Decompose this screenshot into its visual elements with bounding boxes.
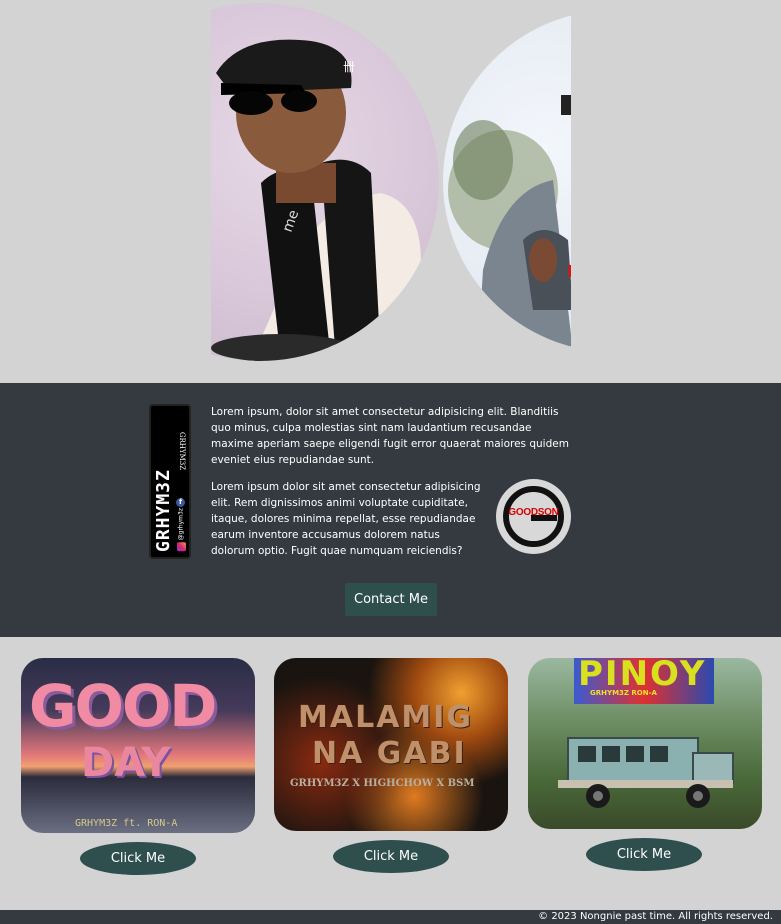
footer: © 2023 Nongnie past time. All rights res… [0,910,781,924]
artist-photo-left: 卌 me [211,39,426,361]
goodson-logo-text: GOODSON [508,507,559,518]
badge-handle: GRHYM3Z [178,432,186,471]
cover-subtitle: GRHYM3Z RON-A [590,689,657,697]
cover-subtitle: DAY [81,740,171,786]
contact-me-button[interactable]: Contact Me [345,583,437,616]
cover-title-banner: PINOY [574,658,714,704]
about-paragraph-1: Lorem ipsum, dolor sit amet consectetur … [211,406,569,466]
badge-social: @grhym3z [177,508,186,551]
cover-title: MALAMIG [298,700,474,735]
artist-badge-logo: GRHYM3Z GRHYM3Z f @grhym3z [149,404,191,559]
goodson-logo: GOODSON [496,479,571,554]
cover-credit: GRHYM3Z ft. RON-A [75,818,178,829]
svg-text:卌: 卌 [343,60,355,74]
about-paragraph-2: Lorem ipsum dolor sit amet consectetur a… [211,481,481,557]
album-cover-pinoy[interactable]: PINOY GRHYM3Z RON-A [528,658,762,829]
cover-credit: GRHYM3Z X HIGHCHOW X BSM [290,778,475,789]
hero-image-right [441,0,571,383]
releases-section: GOOD DAY GRHYM3Z ft. RON-A Click Me MALA… [0,637,781,910]
facebook-icon: f [176,498,185,507]
badge-social-handle: @grhym3z [177,507,185,541]
footer-copyright: © 2023 Nongnie past time. All rights res… [538,911,773,922]
hero-section: 卌 me [0,0,781,383]
album-cover-malamig-na-gabi[interactable]: MALAMIG NA GABI GRHYM3Z X HIGHCHOW X BSM [274,658,508,831]
artist-photo-right [448,95,571,352]
album-cover-good-day[interactable]: GOOD DAY GRHYM3Z ft. RON-A [21,658,255,833]
badge-brand: GRHYM3Z [153,469,174,552]
instagram-icon [177,542,186,551]
cover-subtitle: NA GABI [312,736,467,771]
click-me-button[interactable]: Click Me [586,838,702,871]
about-section: GRHYM3Z GRHYM3Z f @grhym3z Lorem ipsum, … [0,383,781,637]
click-me-button[interactable]: Click Me [80,842,196,875]
click-me-button[interactable]: Click Me [333,840,449,873]
cover-title: GOOD [29,672,217,740]
hero-image-left: 卌 me [211,0,441,383]
jeepney-illustration [558,737,734,808]
